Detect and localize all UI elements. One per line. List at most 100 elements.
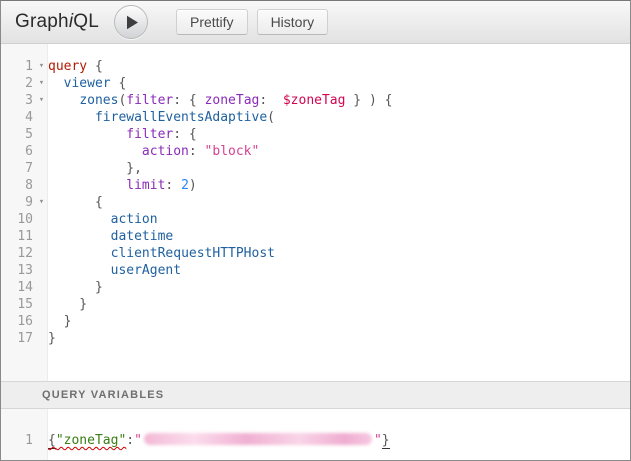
code-line: 11 datetime [1,228,630,245]
code-line: 12 clientRequestHTTPHost [1,245,630,262]
code-token [48,229,111,244]
fold-arrow-icon[interactable]: ▾ [35,92,48,109]
code-token: limit [126,178,165,193]
code-token: : [126,433,134,448]
code-token: zones [79,93,118,108]
code-token: 2 [181,178,189,193]
code-text: action: "block" [48,144,259,159]
code-text: action [48,212,158,227]
code-line: 15 } [1,296,630,313]
code-line: 9▾ { [1,194,630,211]
code-line: 13 userAgent [1,262,630,279]
code-token [48,93,79,108]
query-editor[interactable]: 1▾query {2▾ viewer {3▾ zones(filter: { z… [1,44,630,381]
code-text: } [48,331,56,346]
code-line: 6 action: "block" [1,143,630,160]
code-token: "block" [205,144,260,159]
code-text: userAgent [48,263,181,278]
code-token: ) [189,178,197,193]
code-line: 10 action [1,211,630,228]
line-number: 10 [1,211,35,228]
code-token: filter [126,127,173,142]
code-text: } [48,314,71,329]
code-token: userAgent [111,263,181,278]
code-token: ( [267,110,275,125]
line-number: 7 [1,160,35,177]
app-title-part: QL [73,11,99,32]
code-line: 7 }, [1,160,630,177]
code-line: 14 } [1,279,630,296]
line-number: 5 [1,126,35,143]
line-number: 15 [1,296,35,313]
code-token: $zoneTag [283,93,346,108]
line-number: 4 [1,109,35,126]
redacted-value-blob [144,433,372,445]
code-token: { [111,76,127,91]
code-token: viewer [64,76,111,91]
history-button[interactable]: History [257,9,329,35]
app-title-part: Graph [15,11,69,32]
query-variables-header[interactable]: QUERY VARIABLES [1,381,630,409]
code-text: zones(filter: { zoneTag: $zoneTag } ) { [48,93,392,108]
code-text: datetime [48,229,173,244]
code-token [48,76,64,91]
line-number: 16 [1,313,35,330]
code-token [48,246,111,261]
code-token: "zoneTag" [56,433,126,448]
line-number: 9 [1,194,35,211]
code-token: : { [173,93,204,108]
code-token: } ) { [345,93,392,108]
line-number: 8 [1,177,35,194]
code-token: } [382,433,390,449]
code-token: zoneTag [205,93,260,108]
code-text: clientRequestHTTPHost [48,246,275,261]
code-token: } [48,331,56,346]
code-token: } [48,297,87,312]
code-token: datetime [111,229,174,244]
variables-editor[interactable]: 1{"zoneTag":""} [1,409,630,460]
code-text: limit: 2) [48,178,197,193]
fold-arrow-icon[interactable]: ▾ [35,194,48,211]
code-text: query { [48,59,103,74]
code-token: clientRequestHTTPHost [111,246,275,261]
line-number: 13 [1,262,35,279]
code-text: firewallEventsAdaptive( [48,110,275,125]
code-token [48,263,111,278]
code-token: " [374,433,382,448]
line-number: 1 [1,432,35,449]
line-number: 6 [1,143,35,160]
topbar: GraphiQL Prettify History [1,1,630,44]
fold-arrow-icon[interactable]: ▾ [35,58,48,75]
code-text: {"zoneTag":""} [48,433,390,448]
fold-arrow-icon[interactable]: ▾ [35,75,48,92]
code-token: query [48,59,87,74]
line-number: 14 [1,279,35,296]
code-token [48,212,111,227]
code-line: 5 filter: { [1,126,630,143]
code-text: } [48,297,87,312]
code-token: } [48,280,103,295]
code-line: 1{"zoneTag":""} [1,432,630,449]
code-line: 8 limit: 2) [1,177,630,194]
line-number: 1 [1,58,35,75]
code-token: } [48,314,71,329]
app-title: GraphiQL [15,11,99,33]
query-variables-title: QUERY VARIABLES [42,389,164,401]
code-line: 16 } [1,313,630,330]
code-line: 17} [1,330,630,347]
code-token: filter [126,93,173,108]
prettify-button[interactable]: Prettify [176,9,248,35]
code-token: " [134,433,142,448]
code-text: }, [48,161,142,176]
execute-button[interactable] [114,5,148,39]
code-text: filter: { [48,127,197,142]
code-token: firewallEventsAdaptive [95,110,267,125]
code-token: action [142,144,189,159]
code-token: : [165,178,181,193]
code-token [48,178,126,193]
code-text: viewer { [48,76,126,91]
line-number: 12 [1,245,35,262]
code-token: : [189,144,205,159]
code-token: action [111,212,158,227]
code-token [48,144,142,159]
